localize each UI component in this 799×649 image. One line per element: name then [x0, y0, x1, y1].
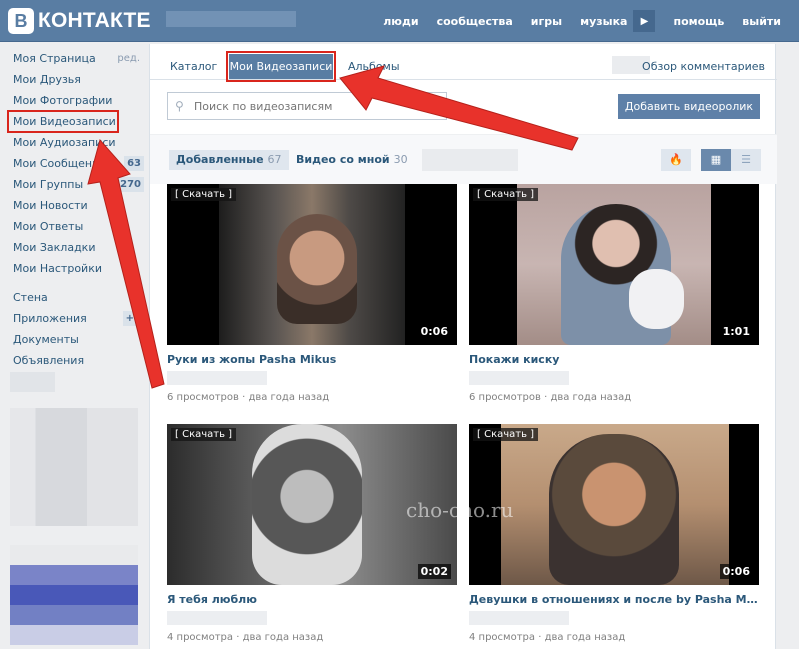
filter-bar: Добавленные 67 Видео со мной 30 🔥 ▦ ☰ — [150, 134, 777, 184]
video-meta: 6 просмотров · два года назад — [167, 392, 330, 403]
video-duration: 0:02 — [417, 564, 451, 579]
filter-added[interactable]: Добавленные 67 — [169, 150, 289, 170]
watermark: cho-cho.ru — [406, 498, 514, 522]
video-search[interactable]: ⚲ — [167, 92, 447, 120]
sidebar-item-groups[interactable]: Мои Группы 270 — [8, 174, 144, 195]
sidebar-item-friends[interactable]: Мои Друзья — [8, 69, 144, 90]
nav-music[interactable]: музыка — [580, 15, 627, 28]
video-meta: 4 просмотра · два года назад — [167, 632, 324, 643]
apps-count-badge: +2 — [122, 311, 144, 326]
sidebar-item-documents[interactable]: Документы — [8, 329, 144, 350]
video-thumbnail[interactable]: [ Скачать ] 0:06 — [167, 184, 457, 345]
tab-catalog[interactable]: Каталог — [170, 60, 217, 73]
vk-logo[interactable]: В КОНТАКТЕ — [8, 8, 151, 34]
blurred-block — [10, 372, 55, 392]
video-title[interactable]: Покажи киску — [469, 353, 759, 367]
tab-albums[interactable]: Альбомы — [348, 60, 400, 73]
download-link[interactable]: [ Скачать ] — [171, 188, 237, 201]
logo-text: КОНТАКТЕ — [38, 9, 151, 32]
blurred-block — [469, 371, 569, 385]
grid-view-icon[interactable]: ▦ — [701, 149, 731, 171]
nav-logout[interactable]: выйти — [742, 15, 781, 28]
main-content: Каталог Мои Видеозаписи Альбомы Обзор ко… — [149, 44, 777, 649]
sidebar-item-answers[interactable]: Мои Ответы — [8, 216, 144, 237]
video-meta: 6 просмотров · два года назад — [469, 392, 632, 403]
video-title[interactable]: Руки из жопы Pasha Mikus — [167, 353, 457, 367]
blurred-search-area — [166, 11, 296, 27]
video-duration: 0:06 — [417, 324, 451, 339]
video-title[interactable]: Девушки в отношениях и после by Pasha Mi… — [469, 593, 759, 607]
video-title[interactable]: Я тебя люблю — [167, 593, 457, 607]
left-sidebar: Моя Страница ред. Мои Друзья Мои Фотограф… — [7, 48, 144, 371]
sidebar-item-ads[interactable]: Объявления — [8, 350, 144, 371]
video-duration: 1:01 — [719, 324, 753, 339]
with-me-count: 30 — [393, 153, 408, 166]
list-view-icon[interactable]: ☰ — [731, 149, 761, 171]
nav-communities[interactable]: сообщества — [437, 15, 513, 28]
video-thumbnail[interactable]: [ Скачать ] 1:01 — [469, 184, 759, 345]
video-card[interactable]: [ Скачать ] 0:02 Я тебя люблю 4 просмотр… — [167, 424, 457, 643]
video-frame — [629, 269, 684, 329]
video-duration: 0:06 — [719, 564, 753, 579]
comments-review-link[interactable]: Обзор комментариев — [642, 60, 765, 73]
added-count: 67 — [267, 153, 282, 166]
tab-my-videos[interactable]: Мои Видеозаписи — [226, 51, 336, 82]
sidebar-item-bookmarks[interactable]: Мои Закладки — [8, 237, 144, 258]
nav-games[interactable]: игры — [531, 15, 562, 28]
add-video-button[interactable]: Добавить видеоролик — [618, 94, 760, 119]
top-nav: люди сообщества игры музыка ▶ помощь вый… — [365, 0, 781, 42]
edit-link[interactable]: ред. — [117, 48, 140, 69]
logo-icon: В — [8, 8, 34, 34]
video-meta: 4 просмотра · два года назад — [469, 632, 626, 643]
sidebar-item-my-page[interactable]: Моя Страница ред. — [8, 48, 144, 69]
sidebar-item-videos[interactable]: Мои Видеозаписи — [7, 110, 119, 133]
download-link[interactable]: [ Скачать ] — [171, 428, 237, 441]
blurred-block — [422, 149, 518, 171]
groups-count-badge: 270 — [117, 177, 144, 192]
sidebar-item-audio[interactable]: Мои Аудиозаписи — [8, 132, 144, 153]
blurred-block — [469, 611, 569, 625]
messages-count-badge: 63 — [124, 156, 144, 171]
video-card[interactable]: [ Скачать ] 0:06 Руки из жопы Pasha Miku… — [167, 184, 457, 403]
video-card[interactable]: [ Скачать ] 1:01 Покажи киску 6 просмотр… — [469, 184, 759, 403]
sidebar-divider — [8, 279, 144, 287]
sidebar-item-wall[interactable]: Стена — [8, 287, 144, 308]
blurred-ad-block — [10, 545, 138, 645]
search-input[interactable] — [194, 96, 439, 116]
video-tabs: Каталог Мои Видеозаписи Альбомы Обзор ко… — [150, 44, 777, 82]
download-link[interactable]: [ Скачать ] — [473, 188, 539, 201]
sidebar-item-settings[interactable]: Мои Настройки — [8, 258, 144, 279]
blurred-block — [167, 611, 267, 625]
sidebar-item-news[interactable]: Мои Новости — [8, 195, 144, 216]
nav-help[interactable]: помощь — [673, 15, 724, 28]
sidebar-item-messages[interactable]: Мои Сообщения 63 — [8, 153, 144, 174]
sidebar-item-apps[interactable]: Приложения +2 — [8, 308, 144, 329]
video-frame — [277, 214, 357, 324]
sidebar-item-photos[interactable]: Мои Фотографии — [8, 90, 144, 111]
fire-icon[interactable]: 🔥 — [661, 149, 691, 171]
video-card[interactable]: [ Скачать ] 0:06 Девушки в отношениях и … — [469, 424, 759, 643]
play-icon[interactable]: ▶ — [633, 10, 656, 32]
blurred-block — [167, 371, 267, 385]
video-frame — [549, 434, 679, 585]
blurred-ad-block — [10, 408, 138, 526]
download-link[interactable]: [ Скачать ] — [473, 428, 539, 441]
search-icon: ⚲ — [175, 99, 184, 113]
top-header: В КОНТАКТЕ люди сообщества игры музыка ▶… — [0, 0, 799, 42]
video-frame — [252, 424, 362, 585]
nav-people[interactable]: люди — [383, 15, 418, 28]
filter-with-me[interactable]: Видео со мной 30 — [296, 150, 408, 170]
